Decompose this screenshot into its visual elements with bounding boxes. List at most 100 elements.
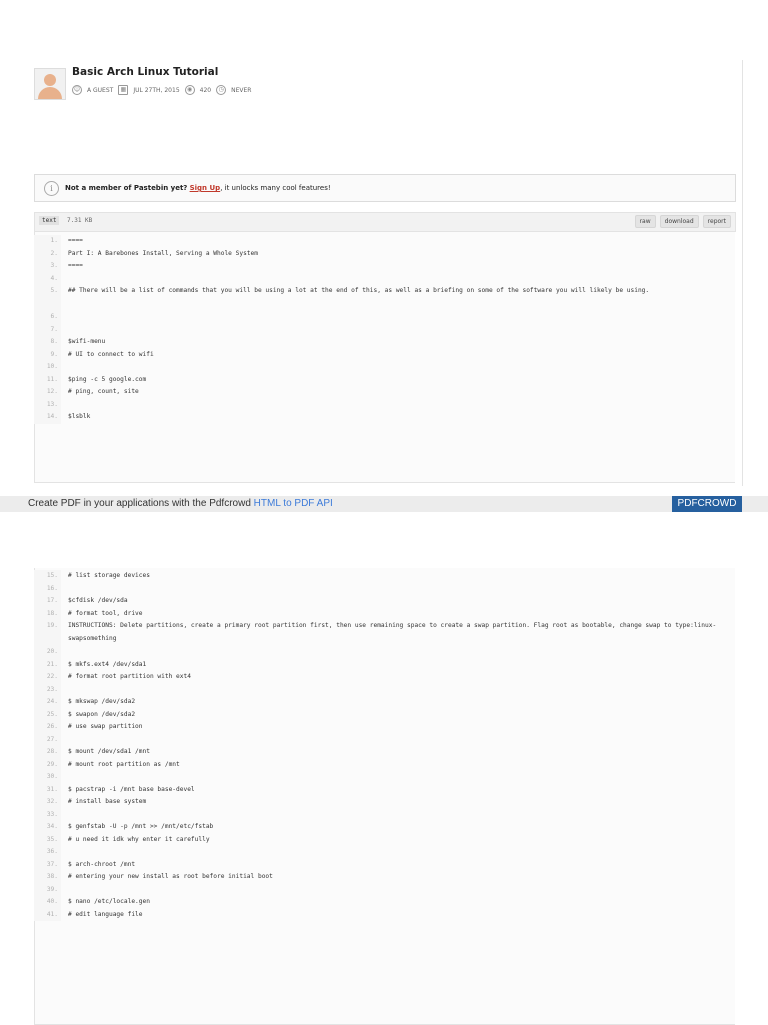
author-label[interactable]: A GUEST: [87, 87, 113, 94]
page-2: 15. # list storage devices 16. 17. $cfdisk /…: [0, 512, 768, 1025]
code-line: 6.: [34, 311, 734, 324]
code-line: 10.: [34, 361, 734, 374]
pdfcrowd-link[interactable]: HTML to PDF API: [254, 498, 333, 509]
line-text: ## There will be a list of commands that…: [68, 287, 650, 294]
line-text: # format root partition with ext4: [68, 673, 191, 680]
line-number: 14.: [34, 411, 61, 424]
line-text: $lsblk: [68, 413, 91, 420]
code-line: 12. # ping, count, site: [34, 386, 734, 399]
code-line: 3. ====: [34, 260, 734, 273]
paste-title: Basic Arch Linux Tutorial: [72, 66, 219, 78]
pdfcrowd-bar: Create PDF in your applications with the…: [0, 496, 768, 512]
code-line: 32. # install base system: [34, 796, 734, 809]
code-line: 30.: [34, 771, 734, 784]
code-line: 28. $ mount /dev/sda1 /mnt: [34, 746, 734, 759]
line-text: # entering your new install as root befo…: [68, 873, 273, 880]
code-line: 5. ## There will be a list of commands th…: [34, 285, 734, 311]
notice-prefix: Not a member of Pastebin yet?: [65, 184, 188, 192]
code-line: 23.: [34, 683, 734, 696]
code-line: 4.: [34, 272, 734, 285]
line-number: 17.: [34, 595, 61, 608]
avatar-body-icon: [38, 87, 62, 99]
line-number: 35.: [34, 833, 61, 846]
code-line: 36.: [34, 846, 734, 859]
line-text: $ping -c 5 google.com: [68, 375, 147, 383]
code-line: 40. $ nano /etc/locale.gen: [34, 896, 734, 909]
code-line: 22. # format root partition with ext4: [34, 671, 734, 684]
format-badge[interactable]: text: [39, 216, 60, 225]
code-line: 24. $ mkswap /dev/sda2: [34, 696, 734, 709]
line-text: $wifi-menu: [68, 338, 106, 345]
line-number: 8.: [34, 336, 61, 349]
line-text: # mount root partition as /mnt: [68, 760, 180, 768]
line-number: 15.: [34, 570, 61, 583]
paste-meta: ☺ A GUEST ▦ JUL 27TH, 2015 ◉ 420 ◷ NEVER: [72, 85, 251, 95]
line-text: $ genfstab -U -p /mnt >> /mnt/etc/fstab: [68, 823, 214, 830]
user-icon: ☺: [72, 85, 82, 95]
line-text: # install base system: [68, 798, 147, 805]
line-number: 6.: [34, 311, 61, 324]
line-number: 1.: [34, 235, 61, 248]
line-number: 29.: [34, 758, 61, 771]
line-number: 10.: [34, 361, 61, 374]
date-label: JUL 27TH, 2015: [133, 86, 180, 94]
line-number: 16.: [34, 582, 61, 595]
line-number: 25.: [34, 708, 61, 721]
code-line: 2. Part I: A Barebones Install, Serving a…: [34, 247, 734, 260]
line-number: 39.: [34, 883, 61, 896]
code-line: 1. ====: [34, 235, 734, 248]
code-line: 37. $ arch-chroot /mnt: [34, 858, 734, 871]
line-text: $ mkfs.ext4 /dev/sda1: [68, 660, 147, 668]
line-number: 36.: [34, 846, 61, 859]
page-1: Basic Arch Linux Tutorial ☺ A GUEST ▦ JU…: [0, 0, 768, 512]
line-number: 12.: [34, 386, 61, 399]
line-text: $ mount /dev/sda1 /mnt: [68, 748, 150, 755]
line-number: 18.: [34, 607, 61, 620]
code-line: 21. $ mkfs.ext4 /dev/sda1: [34, 658, 734, 671]
line-number: 24.: [34, 696, 61, 709]
code-line: 35. # u need it idk why enter it carefull…: [34, 833, 734, 846]
download-button[interactable]: download: [659, 215, 699, 228]
line-text: # format tool, drive: [68, 609, 143, 617]
signup-link[interactable]: Sign Up: [190, 184, 221, 192]
line-number: 34.: [34, 821, 61, 834]
eye-icon: ◉: [184, 85, 195, 95]
line-text: $ pacstrap -i /mnt base base-devel: [68, 785, 195, 793]
line-number: 4.: [34, 272, 61, 285]
signup-notice: i Not a member of Pastebin yet? Sign Up,…: [34, 174, 736, 202]
code-line: 14. $lsblk: [34, 411, 734, 424]
pdfcrowd-logo[interactable]: PDFCROWD: [672, 496, 742, 512]
avatar[interactable]: [34, 68, 66, 100]
line-number: 5.: [34, 285, 61, 311]
code-line: 8. $wifi-menu: [34, 336, 734, 349]
expires-label: NEVER: [231, 86, 252, 94]
line-text: # u need it idk why enter it carefully: [68, 835, 210, 843]
line-number: 26.: [34, 721, 61, 734]
clock-icon: ◷: [216, 85, 227, 95]
line-number: 9.: [34, 348, 61, 361]
line-text: $ nano /etc/locale.gen: [68, 898, 150, 905]
line-number: 3.: [34, 260, 61, 273]
raw-button[interactable]: raw: [634, 215, 656, 228]
line-text: # use swap partition: [68, 723, 143, 730]
line-number: 22.: [34, 671, 61, 684]
code-line: 19. INSTRUCTIONS: Delete partitions, crea…: [34, 620, 734, 646]
line-number: 40.: [34, 896, 61, 909]
line-text: ====: [68, 262, 83, 269]
code-line: 25. $ swapon /dev/sda2: [34, 708, 734, 721]
code-line: 33.: [34, 808, 734, 821]
line-number: 32.: [34, 796, 61, 809]
code-line: 18. # format tool, drive: [34, 607, 734, 620]
code-line: 39.: [34, 883, 734, 896]
code-line: 15. # list storage devices: [34, 570, 734, 583]
line-number: 20.: [34, 646, 61, 659]
calendar-icon: ▦: [118, 85, 129, 95]
code-line: 31. $ pacstrap -i /mnt base base-devel: [34, 783, 734, 796]
report-button[interactable]: report: [702, 215, 731, 228]
code-line: 38. # entering your new install as root b…: [34, 871, 734, 884]
line-text: $cfdisk /dev/sda: [68, 597, 128, 604]
line-number: 33.: [34, 808, 61, 821]
line-number: 21.: [34, 658, 61, 671]
info-icon: i: [44, 180, 59, 196]
line-number: 2.: [34, 247, 61, 260]
